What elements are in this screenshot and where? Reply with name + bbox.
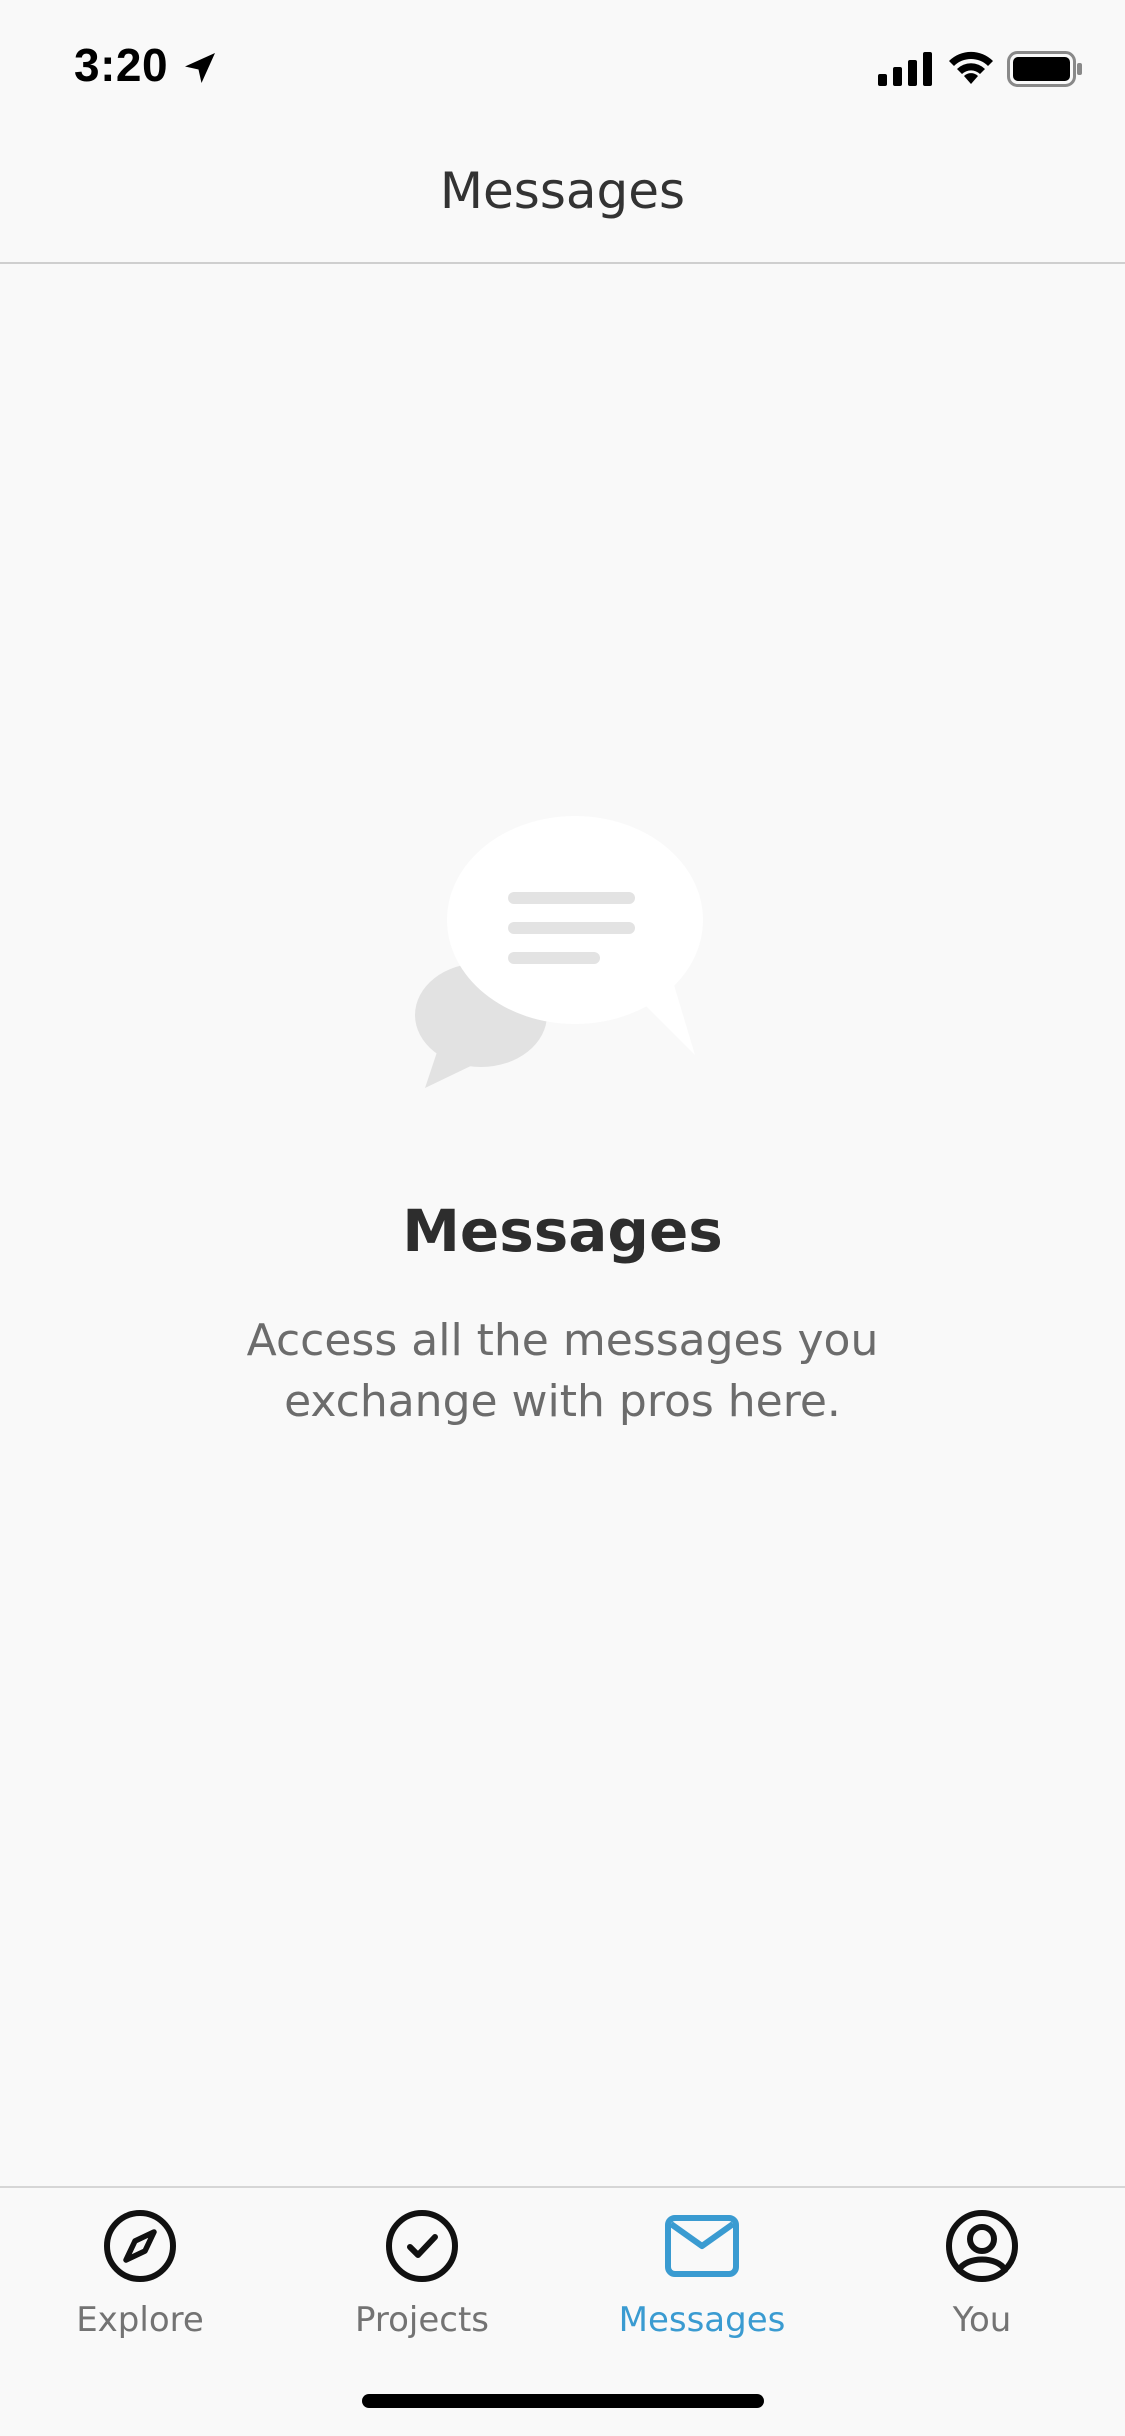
empty-state-description: Access all the messages you exchange wit…: [246, 1315, 879, 1427]
tab-explore[interactable]: Explore: [0, 2206, 280, 2356]
home-indicator[interactable]: [362, 2394, 764, 2408]
status-bar: 3:20: [0, 0, 1125, 132]
user-circle-icon: [946, 2210, 1018, 2282]
chat-bubbles-icon: [415, 816, 703, 1088]
tab-label-you: You: [952, 2300, 1012, 2340]
battery-icon: [1007, 51, 1082, 87]
tab-messages[interactable]: Messages: [562, 2206, 842, 2356]
tab-label-projects: Projects: [354, 2300, 490, 2340]
tab-you[interactable]: You: [842, 2206, 1122, 2356]
navigation-header: Messages: [0, 132, 1125, 264]
tab-label-messages: Messages: [618, 2300, 786, 2340]
wifi-icon: [949, 51, 993, 84]
page-title: Messages: [439, 162, 686, 220]
empty-state-title: Messages: [402, 1197, 723, 1265]
tab-label-explore: Explore: [76, 2300, 204, 2340]
status-time: 3:20: [74, 39, 169, 91]
location-arrow-icon: [185, 53, 215, 83]
compass-icon: [104, 2210, 176, 2282]
check-circle-icon: [386, 2210, 458, 2282]
envelope-icon: [665, 2215, 739, 2277]
tab-projects[interactable]: Projects: [282, 2206, 562, 2356]
cellular-signal-icon: [878, 52, 932, 86]
